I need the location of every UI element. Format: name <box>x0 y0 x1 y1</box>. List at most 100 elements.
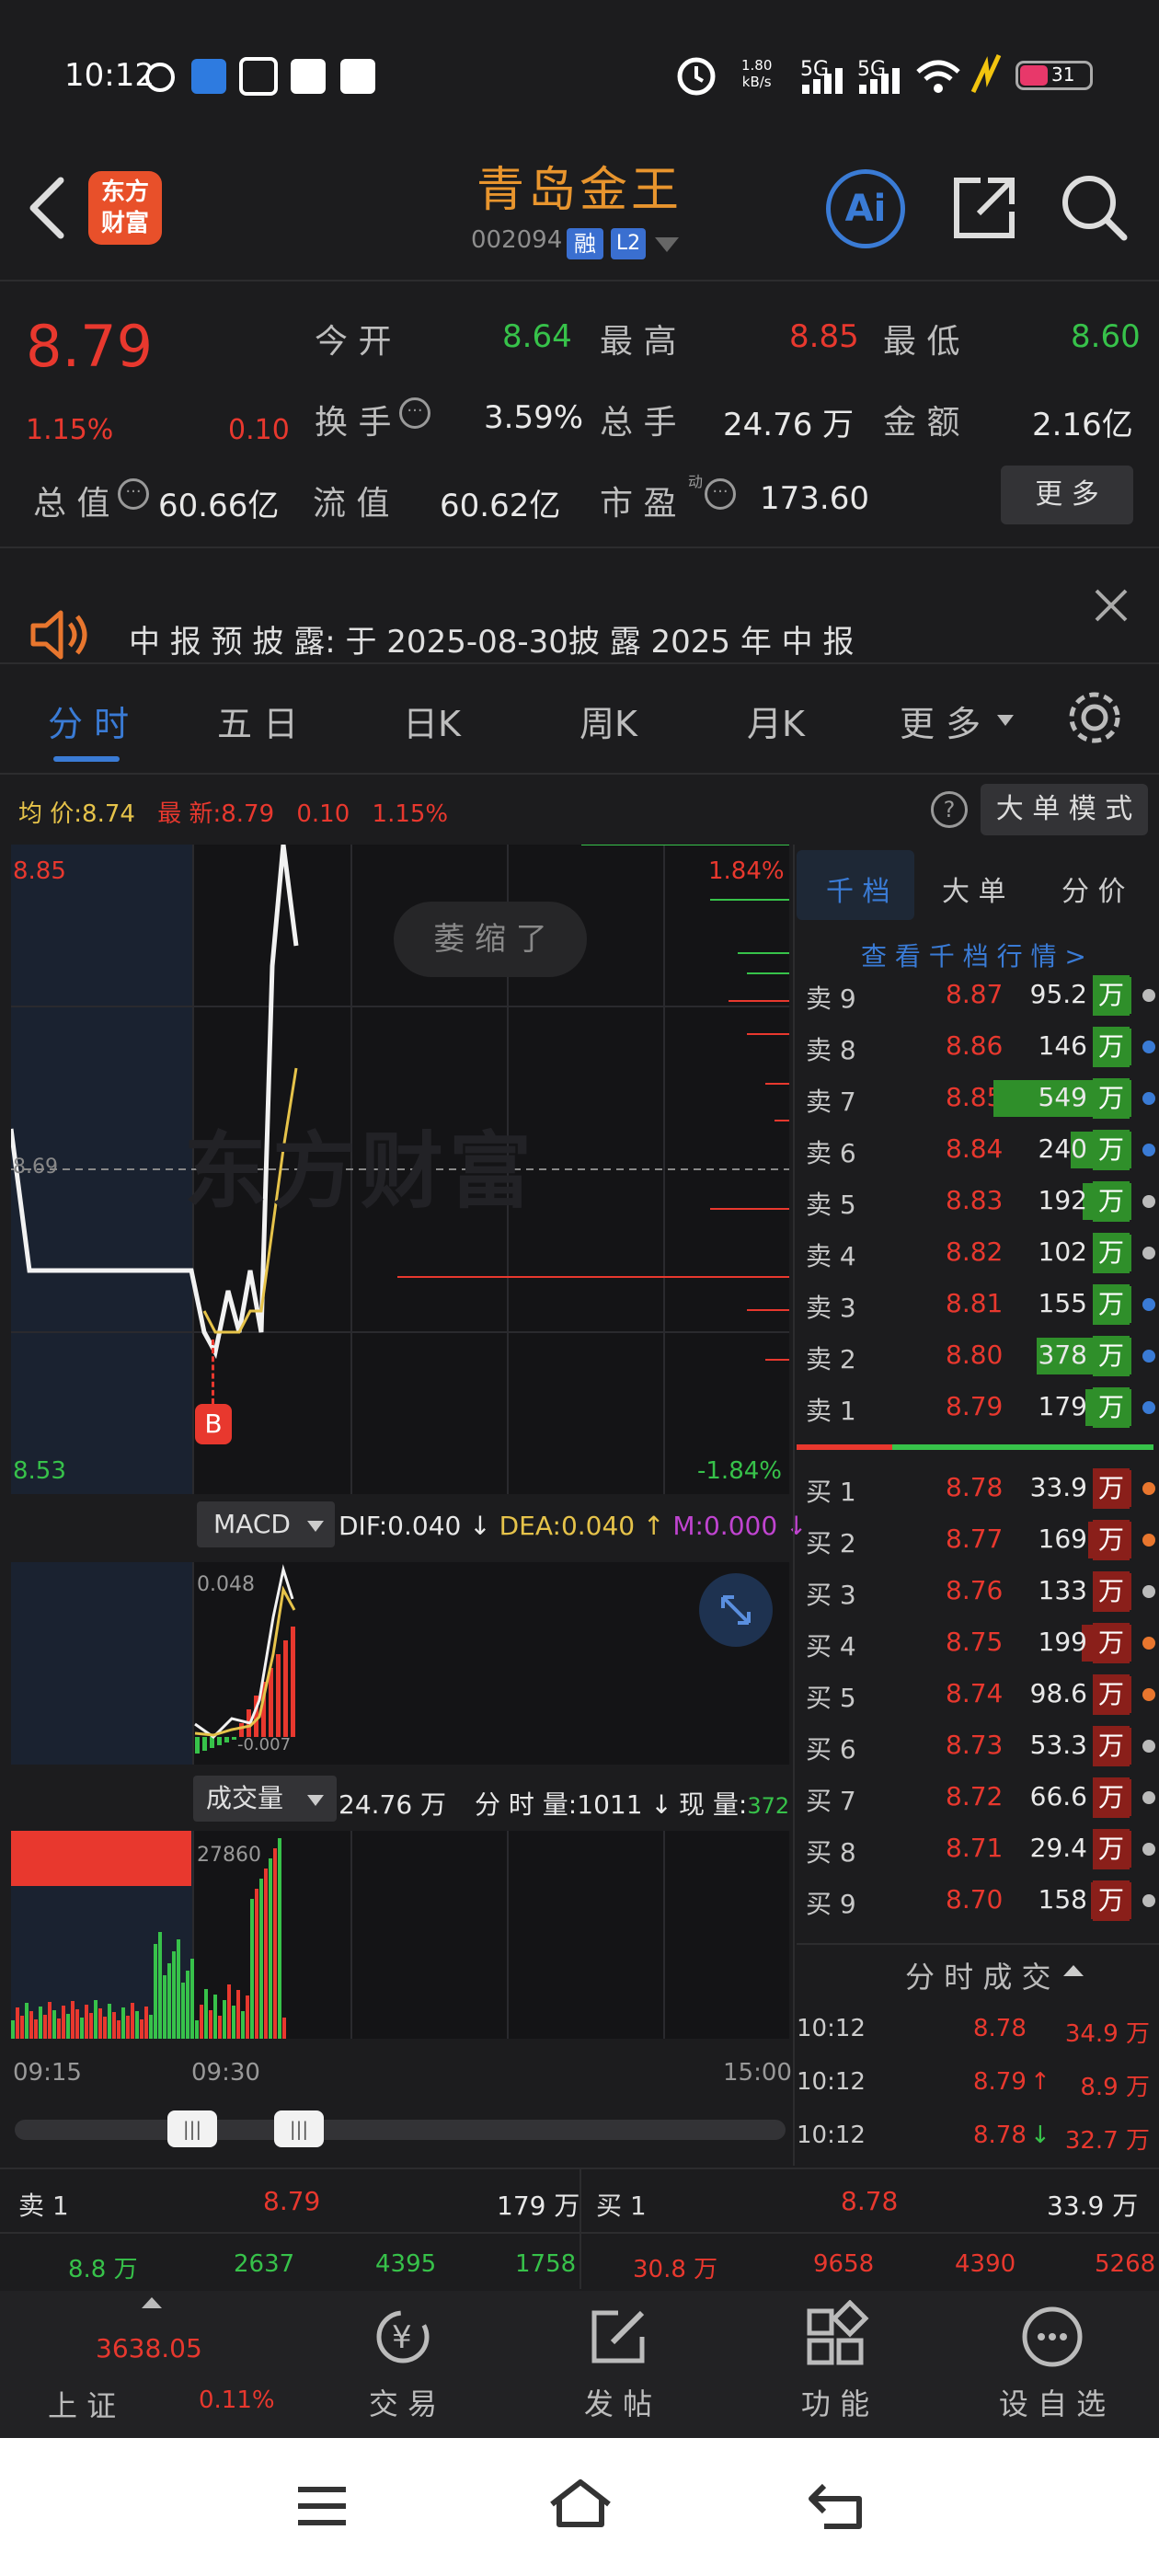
index-name[interactable]: 上 证 <box>48 2383 116 2425</box>
ask-row[interactable]: 卖 4 8.82 102 万 <box>802 1227 1159 1279</box>
help-icon[interactable]: ? <box>931 791 968 828</box>
pe-dynamic-mark: 动 <box>688 473 704 490</box>
pe-info-icon[interactable]: ··· <box>705 478 736 510</box>
ask-volume: 192 <box>1038 1185 1087 1215</box>
bid-row[interactable]: 买 4 8.75 199 万 <box>802 1617 1159 1669</box>
volume-chart-area[interactable] <box>11 1831 789 2039</box>
nav-watchlist[interactable]: 设 自 选 <box>960 2300 1144 2423</box>
volume-chart-svg <box>11 1831 665 2039</box>
more-quote-button[interactable]: 更 多 <box>1001 466 1133 524</box>
volume-bar <box>246 1995 249 2039</box>
back-button[interactable] <box>26 175 66 243</box>
orderbook-tab-price[interactable]: 分 价 <box>1061 868 1126 909</box>
ask-row[interactable]: 卖 6 8.84 240 万 <box>802 1124 1159 1176</box>
ask-row[interactable]: 卖 1 8.79 179 万 <box>802 1382 1159 1433</box>
summary-buy-vol: 33.9 万 <box>1047 2191 1139 2221</box>
tab-more[interactable]: 更 多 <box>900 696 981 746</box>
tab-intraday[interactable]: 分 时 <box>48 696 129 746</box>
big-order-mode-button[interactable]: 大 单 模 式 <box>981 784 1148 835</box>
ask-unit: 万 <box>1093 1336 1130 1376</box>
ask-unit: 万 <box>1093 975 1130 1016</box>
chart-range-scrollbar[interactable] <box>15 2120 786 2140</box>
nav-post[interactable]: 发 帖 <box>526 2300 710 2423</box>
menu-icon[interactable] <box>294 2484 350 2534</box>
bid-unit: 万 <box>1093 1829 1130 1869</box>
tab-five-day[interactable]: 五 日 <box>217 696 298 746</box>
macd-bar <box>217 1737 222 1745</box>
volume-bar <box>213 1995 217 2039</box>
index-value[interactable]: 3638.05 <box>96 2333 202 2363</box>
volume-bar <box>75 2009 79 2039</box>
tab-monthly-k[interactable]: 月K <box>747 696 805 746</box>
volume-bar <box>48 2002 52 2039</box>
bid-row[interactable]: 买 5 8.74 98.6 万 <box>802 1669 1159 1720</box>
expand-chart-button[interactable] <box>699 1573 773 1647</box>
ticks-title[interactable]: 分 时 成 交 <box>905 1954 1051 1996</box>
bid-row[interactable]: 买 2 8.77 169 万 <box>802 1514 1159 1566</box>
nav-trade[interactable]: ¥ 交 易 <box>311 2300 495 2423</box>
ask-indicator-dot <box>1142 1041 1155 1053</box>
ask-row[interactable]: 卖 3 8.81 155 万 <box>802 1279 1159 1330</box>
buy-marker[interactable]: B <box>195 1404 232 1444</box>
back-nav-icon[interactable] <box>806 2480 870 2536</box>
header-divider <box>0 280 1159 282</box>
bid-row[interactable]: 买 1 8.78 33.9 万 <box>802 1463 1159 1514</box>
bid-row[interactable]: 买 9 8.70 158 万 <box>802 1875 1159 1926</box>
notice-text[interactable]: 中 报 预 披 露: 于 2025-08-30披 露 2025 年 中 报 <box>129 616 854 661</box>
price-info-line: 均 价:8.74 最 新:8.79 0.10 1.15% <box>18 795 448 829</box>
bid-level: 买 5 <box>806 1683 856 1713</box>
ask-row[interactable]: 卖 8 8.86 146 万 <box>802 1021 1159 1073</box>
ticks-collapse-icon[interactable] <box>1063 1963 1084 1982</box>
market-cap-info-icon[interactable]: ··· <box>118 478 149 510</box>
share-icon[interactable] <box>947 171 1021 248</box>
summary-cell-6: 4390 <box>955 2250 1016 2278</box>
range-handle-left[interactable]: ||| <box>167 2110 217 2147</box>
trade-icon: ¥ <box>376 2310 430 2363</box>
ask-row[interactable]: 卖 5 8.83 192 万 <box>802 1176 1159 1227</box>
nav-trade-label: 交 易 <box>368 2386 438 2421</box>
bid-volume: 158 <box>1038 1884 1087 1915</box>
bid-row[interactable]: 买 7 8.72 66.6 万 <box>802 1772 1159 1823</box>
search-icon[interactable] <box>1058 171 1131 248</box>
tab-more-dropdown-icon[interactable] <box>997 714 1014 731</box>
settings-icon[interactable] <box>1063 686 1126 753</box>
tab-weekly-k[interactable]: 周K <box>580 696 637 746</box>
macd-chart-area[interactable] <box>11 1562 789 1765</box>
latest-pct: 1.15% <box>372 800 449 828</box>
volume-bar <box>25 2003 29 2039</box>
macd-dropdown-icon[interactable] <box>307 1520 324 1537</box>
summary-cell-0: 8.8 万 <box>68 2256 138 2283</box>
volume-bar <box>241 2011 245 2039</box>
bid-unit: 万 <box>1093 1880 1130 1921</box>
volume-bar <box>71 2001 75 2039</box>
stock-dropdown-icon[interactable] <box>655 237 679 258</box>
nav-functions[interactable]: 功 能 <box>743 2299 927 2423</box>
bid-row[interactable]: 买 8 8.71 29.4 万 <box>802 1823 1159 1875</box>
ask-row[interactable]: 卖 2 8.80 378 万 <box>802 1330 1159 1382</box>
view-depth-link[interactable]: 查 看 千 档 行 情 > <box>861 937 1086 973</box>
ai-button[interactable]: Ai <box>826 169 905 248</box>
ask-row[interactable]: 卖 9 8.87 95.2 万 <box>802 970 1159 1021</box>
tab-daily-k[interactable]: 日K <box>403 696 461 746</box>
margin-tag: 融 <box>567 228 603 259</box>
volume-bar <box>154 1944 157 2039</box>
bid-volume: 98.6 <box>1029 1678 1087 1708</box>
orderbook-tab-thousand[interactable]: 千 档 <box>826 868 890 909</box>
bid-unit: 万 <box>1093 1623 1130 1663</box>
bid-row[interactable]: 买 6 8.73 53.3 万 <box>802 1720 1159 1772</box>
turnover-info-icon[interactable]: ··· <box>399 397 430 429</box>
svg-text:¥: ¥ <box>392 2319 412 2356</box>
summary-cell-5: 9658 <box>813 2250 875 2278</box>
ask-level: 卖 9 <box>806 983 856 1014</box>
ask-row[interactable]: 卖 7 8.85 549 万 <box>802 1073 1159 1124</box>
range-handle-right[interactable]: ||| <box>274 2110 324 2147</box>
home-icon[interactable] <box>546 2477 614 2536</box>
bid-unit: 万 <box>1093 1468 1130 1509</box>
y-axis-bottom: 8.53 <box>13 1457 66 1485</box>
orderbook-tab-big[interactable]: 大 单 <box>942 868 1006 909</box>
stock-code: 002094 <box>471 226 563 254</box>
volume-bar <box>144 2007 148 2039</box>
volume-dropdown-icon[interactable] <box>307 1794 324 1811</box>
bid-row[interactable]: 买 3 8.76 133 万 <box>802 1566 1159 1617</box>
close-notice-icon[interactable] <box>1093 587 1130 627</box>
